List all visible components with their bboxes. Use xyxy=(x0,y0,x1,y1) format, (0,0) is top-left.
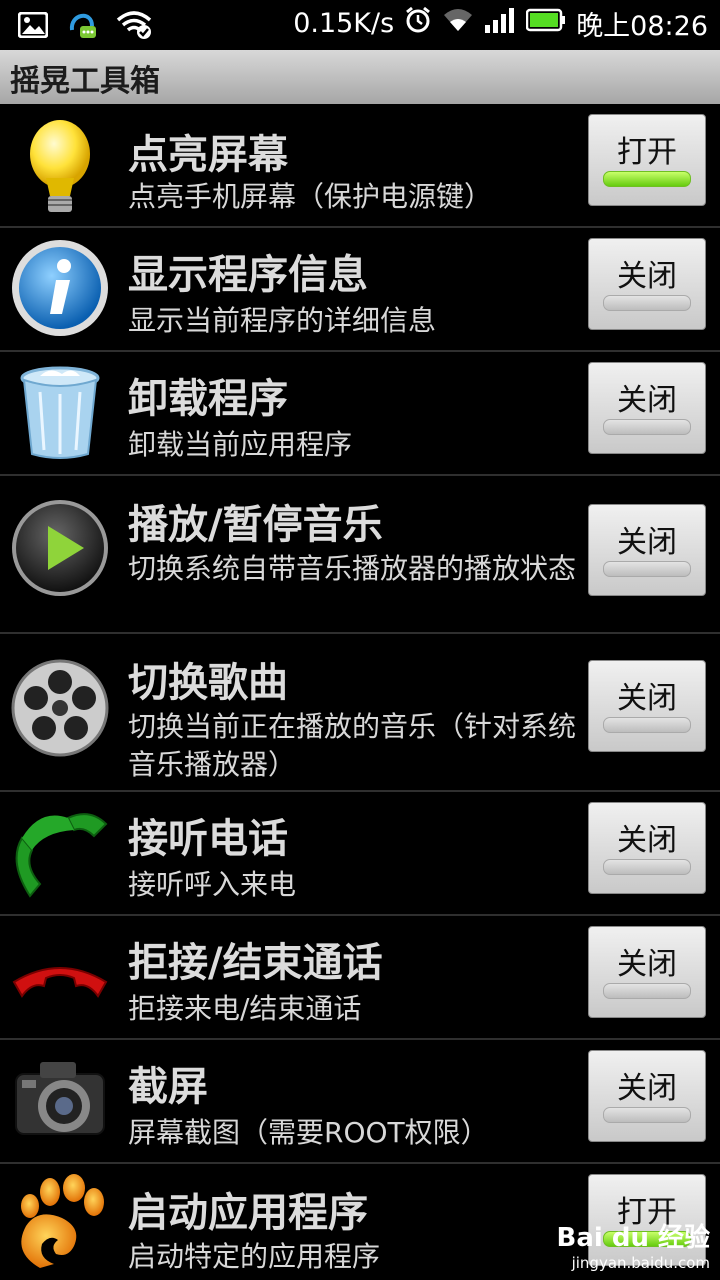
wifi-check-icon xyxy=(116,10,154,44)
item-description: 卸载当前应用程序 xyxy=(128,428,353,461)
list-item[interactable]: 接听电话 接听呼入来电 关闭 xyxy=(0,792,720,916)
item-title: 卸载程序 xyxy=(128,376,288,422)
item-description: 切换系统自带音乐播放器的播放状态 xyxy=(128,552,577,585)
toggle-label: 关闭 xyxy=(617,259,677,294)
title-bar: 摇晃工具箱 xyxy=(0,50,720,104)
toggle-label: 关闭 xyxy=(617,823,677,858)
image-notification-icon xyxy=(17,11,49,42)
item-description: 启动特定的应用程序 xyxy=(128,1240,381,1273)
toggle-indicator xyxy=(603,859,691,875)
play-icon xyxy=(10,498,110,598)
baidu-watermark: Bai du 经验 jingyan.baidu.com xyxy=(557,1217,711,1272)
toggle-button[interactable]: 关闭 xyxy=(588,660,706,752)
item-title: 切换歌曲 xyxy=(128,660,288,706)
toggle-label: 关闭 xyxy=(617,1071,677,1106)
toggle-button[interactable]: 打开 xyxy=(588,114,706,206)
watermark-url: jingyan.baidu.com xyxy=(571,1254,710,1272)
toggle-button[interactable]: 关闭 xyxy=(588,362,706,454)
item-description: 显示当前程序的详细信息 xyxy=(128,304,437,337)
list-item[interactable]: 显示程序信息 显示当前程序的详细信息 关闭 xyxy=(0,228,720,352)
item-title: 启动应用程序 xyxy=(128,1190,368,1236)
toggle-label: 打开 xyxy=(617,135,677,170)
list-item[interactable]: 卸载程序 卸载当前应用程序 关闭 xyxy=(0,352,720,476)
status-bar: 0.15K/s 晚上08:26 xyxy=(0,0,720,50)
list-item[interactable]: 截屏 屏幕截图（需要ROOT权限） 关闭 xyxy=(0,1040,720,1164)
network-speed: 0.15K/s xyxy=(293,8,395,39)
item-title: 截屏 xyxy=(128,1064,208,1110)
toggle-label: 关闭 xyxy=(617,525,677,560)
film-reel-icon xyxy=(10,658,110,758)
toggle-button[interactable]: 关闭 xyxy=(588,926,706,1018)
watermark-brand: Bai du 经验 xyxy=(556,1223,711,1253)
toggle-label: 关闭 xyxy=(617,383,677,418)
gnome-foot-icon xyxy=(10,1172,110,1272)
toggle-indicator xyxy=(603,561,691,577)
camera-icon xyxy=(10,1050,110,1150)
info-icon xyxy=(10,238,110,338)
item-title: 点亮屏幕 xyxy=(128,132,288,178)
wifi-signal-icon xyxy=(442,7,474,40)
app-title: 摇晃工具箱 xyxy=(10,64,160,99)
list-item[interactable]: 切换歌曲 切换当前正在播放的音乐（针对系统音乐播放器） 关闭 xyxy=(0,634,720,792)
list-item[interactable]: 拒接/结束通话 拒接来电/结束通话 关闭 xyxy=(0,916,720,1040)
toggle-indicator xyxy=(603,171,691,187)
item-description: 拒接来电/结束通话 xyxy=(128,992,362,1025)
toggle-label: 关闭 xyxy=(617,947,677,982)
toggle-button[interactable]: 关闭 xyxy=(588,238,706,330)
item-description: 点亮手机屏幕（保护电源键） xyxy=(128,180,493,213)
item-description: 屏幕截图（需要ROOT权限） xyxy=(128,1116,489,1149)
toggle-button[interactable]: 关闭 xyxy=(588,802,706,894)
light-bulb-icon xyxy=(10,116,110,216)
toggle-indicator xyxy=(603,983,691,999)
item-title: 接听电话 xyxy=(128,816,288,862)
toggle-indicator xyxy=(603,1107,691,1123)
item-title: 拒接/结束通话 xyxy=(128,940,383,986)
clock: 晚上08:26 xyxy=(576,11,708,42)
answer-call-icon xyxy=(10,802,110,902)
item-title: 显示程序信息 xyxy=(128,252,368,298)
qq-notification-icon xyxy=(66,8,98,46)
toggle-label: 关闭 xyxy=(617,681,677,716)
toggle-indicator xyxy=(603,295,691,311)
toggle-indicator xyxy=(603,419,691,435)
toggle-indicator xyxy=(603,717,691,733)
list-item[interactable]: 播放/暂停音乐 切换系统自带音乐播放器的播放状态 关闭 xyxy=(0,476,720,634)
toggle-button[interactable]: 关闭 xyxy=(588,1050,706,1142)
alarm-icon xyxy=(404,6,432,41)
item-description: 接听呼入来电 xyxy=(128,868,297,901)
list-item[interactable]: 点亮屏幕 点亮手机屏幕（保护电源键） 打开 xyxy=(0,104,720,228)
item-title: 播放/暂停音乐 xyxy=(128,502,383,548)
cell-signal-icon xyxy=(484,7,516,40)
end-call-icon xyxy=(10,928,110,1028)
trash-bin-icon xyxy=(10,362,110,462)
battery-icon xyxy=(525,8,566,39)
item-description: 切换当前正在播放的音乐（针对系统音乐播放器） xyxy=(128,710,577,781)
toggle-button[interactable]: 关闭 xyxy=(588,504,706,596)
